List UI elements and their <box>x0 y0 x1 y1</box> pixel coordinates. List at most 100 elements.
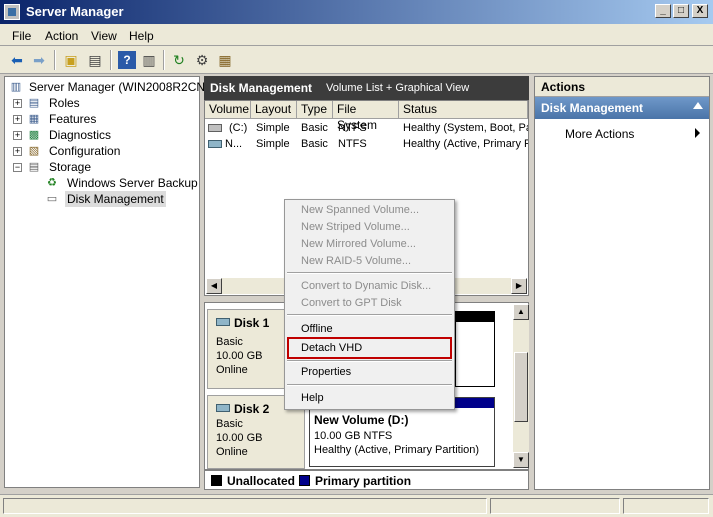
center-pane-view: Volume List + Graphical View <box>326 82 470 94</box>
status-cell-main <box>3 498 487 514</box>
expand-icon[interactable]: + <box>13 99 22 108</box>
volume-name: New Volume (D:) <box>314 413 409 427</box>
legend-primary-partition: Primary partition <box>315 474 412 488</box>
tree-item-label: Disk Management <box>65 191 166 207</box>
actions-header: Actions <box>535 77 709 97</box>
tree-item-roles[interactable]: + ▤ Roles <box>13 95 193 111</box>
actions-pane: Actions Disk Management More Actions <box>534 76 710 490</box>
volume-size: 10.00 GB NTFS <box>314 430 393 442</box>
disk-name: Disk 1 <box>234 316 270 330</box>
menu-view[interactable]: View <box>91 29 117 43</box>
tree-item-windows-server-backup[interactable]: ♻ Windows Server Backup <box>45 175 198 191</box>
menu-item-help[interactable]: Help <box>287 390 452 407</box>
vertical-scrollbar[interactable]: ▲ ▼ <box>513 304 529 468</box>
column-header-file-system[interactable]: File System <box>333 101 399 132</box>
navigation-tree: ▥ Server Manager (WIN2008R2CN) + ▤ Roles… <box>4 76 209 488</box>
export-icon[interactable]: ▦ <box>216 51 234 69</box>
disk-type: Basic <box>216 418 243 430</box>
menu-item-convert-to-dynamic-disk[interactable]: Convert to Dynamic Disk... <box>287 278 452 295</box>
more-actions-link[interactable]: More Actions <box>565 127 634 141</box>
scroll-down-icon[interactable]: ▼ <box>513 452 529 468</box>
toolbar-separator <box>163 50 165 70</box>
menu-item-new-spanned-volume[interactable]: New Spanned Volume... <box>287 202 452 219</box>
expand-icon[interactable]: + <box>13 115 22 124</box>
menu-item-new-striped-volume[interactable]: New Striped Volume... <box>287 219 452 236</box>
disk-type: Basic <box>216 336 243 348</box>
scroll-left-icon[interactable]: ◀ <box>206 278 222 294</box>
title-bar: Server Manager _ □ X <box>0 0 713 24</box>
backup-icon: ♻ <box>47 177 57 189</box>
tree-item-label: Roles <box>49 96 80 110</box>
disk-name: Disk 2 <box>234 402 270 416</box>
tree-item-features[interactable]: + ▦ Features <box>13 111 193 127</box>
status-cell-tertiary <box>623 498 709 514</box>
cell-volume: N... <box>225 138 243 150</box>
submenu-arrow-icon <box>695 128 700 138</box>
tree-item-storage[interactable]: − ▤ Storage <box>13 159 193 175</box>
disk-icon <box>216 318 230 326</box>
legend-unallocated: Unallocated <box>227 474 296 488</box>
menu-item-offline[interactable]: Offline <box>287 321 452 338</box>
disk-1-unallocated-region[interactable] <box>455 311 495 387</box>
actions-section-disk-management[interactable]: Disk Management <box>535 97 709 119</box>
cell-layout: Simple <box>256 122 290 134</box>
minimize-button[interactable]: _ <box>655 4 671 18</box>
forward-icon[interactable]: ➡ <box>30 51 48 69</box>
restore-button[interactable]: □ <box>673 4 689 18</box>
expand-icon[interactable]: + <box>13 147 22 156</box>
back-icon[interactable]: ⬅ <box>8 51 26 69</box>
disk-icon <box>216 404 230 412</box>
refresh-icon[interactable]: ↻ <box>170 51 188 69</box>
server-icon: ▥ <box>10 81 22 93</box>
menu-action[interactable]: Action <box>45 29 78 43</box>
unallocated-bar <box>456 312 494 322</box>
table-row[interactable]: N... Simple Basic NTFS Healthy (Active, … <box>205 136 528 152</box>
cell-layout: Simple <box>256 138 290 150</box>
tree-item-label: Configuration <box>49 144 121 158</box>
tree-item-label: Windows Server Backup <box>67 176 198 190</box>
server-manager-app-icon <box>4 4 20 20</box>
menu-item-properties[interactable]: Properties <box>287 364 452 381</box>
disk-size: 10.00 GB <box>216 432 263 444</box>
show-hide-tree-icon[interactable]: ▤ <box>86 51 104 69</box>
scroll-up-icon[interactable]: ▲ <box>513 304 529 320</box>
scroll-right-icon[interactable]: ▶ <box>511 278 527 294</box>
collapse-section-icon[interactable] <box>693 102 703 109</box>
menu-file[interactable]: File <box>12 29 31 43</box>
menu-separator <box>287 272 452 274</box>
menu-separator <box>287 360 452 362</box>
disk-state: Online <box>216 364 248 376</box>
volume-status: Healthy (Active, Primary Partition) <box>314 444 480 456</box>
tree-item-disk-management[interactable]: ▭ Disk Management <box>45 191 195 207</box>
status-bar <box>0 494 713 517</box>
collapse-icon[interactable]: − <box>13 163 22 172</box>
menu-item-detach-vhd[interactable]: Detach VHD <box>287 337 452 359</box>
cell-status: Healthy (System, Boot, Pa <box>403 122 528 134</box>
tree-item-label: Storage <box>49 160 92 174</box>
close-button[interactable]: X <box>692 4 708 18</box>
window-title: Server Manager <box>26 4 124 19</box>
drive-icon <box>208 124 222 132</box>
cell-volume: (C:) <box>229 122 248 134</box>
help-icon[interactable]: ? <box>118 51 136 69</box>
column-header-status[interactable]: Status <box>399 101 528 119</box>
properties-icon[interactable]: ⚙ <box>193 51 211 69</box>
menu-help[interactable]: Help <box>129 29 154 43</box>
column-header-layout[interactable]: Layout <box>251 101 297 119</box>
cell-file-system: NTFS <box>338 122 367 134</box>
show-hide-action-pane-icon[interactable]: ▥ <box>140 51 158 69</box>
tree-item-configuration[interactable]: + ▧ Configuration <box>13 143 193 159</box>
menu-item-new-mirrored-volume[interactable]: New Mirrored Volume... <box>287 236 452 253</box>
scrollbar-thumb[interactable] <box>514 352 528 422</box>
cell-status: Healthy (Active, Primary P <box>403 138 528 150</box>
disk-state: Online <box>216 446 248 458</box>
column-header-volume[interactable]: Volume <box>205 101 251 119</box>
menu-separator <box>287 384 452 386</box>
column-header-type[interactable]: Type <box>297 101 333 119</box>
menu-item-convert-to-gpt-disk[interactable]: Convert to GPT Disk <box>287 295 452 312</box>
tree-item-diagnostics[interactable]: + ▩ Diagnostics <box>13 127 193 143</box>
up-folder-icon[interactable]: ▣ <box>62 51 80 69</box>
expand-icon[interactable]: + <box>13 131 22 140</box>
menu-item-new-raid5-volume[interactable]: New RAID-5 Volume... <box>287 253 452 270</box>
table-row[interactable]: (C:) Simple Basic NTFS Healthy (System, … <box>205 120 528 136</box>
